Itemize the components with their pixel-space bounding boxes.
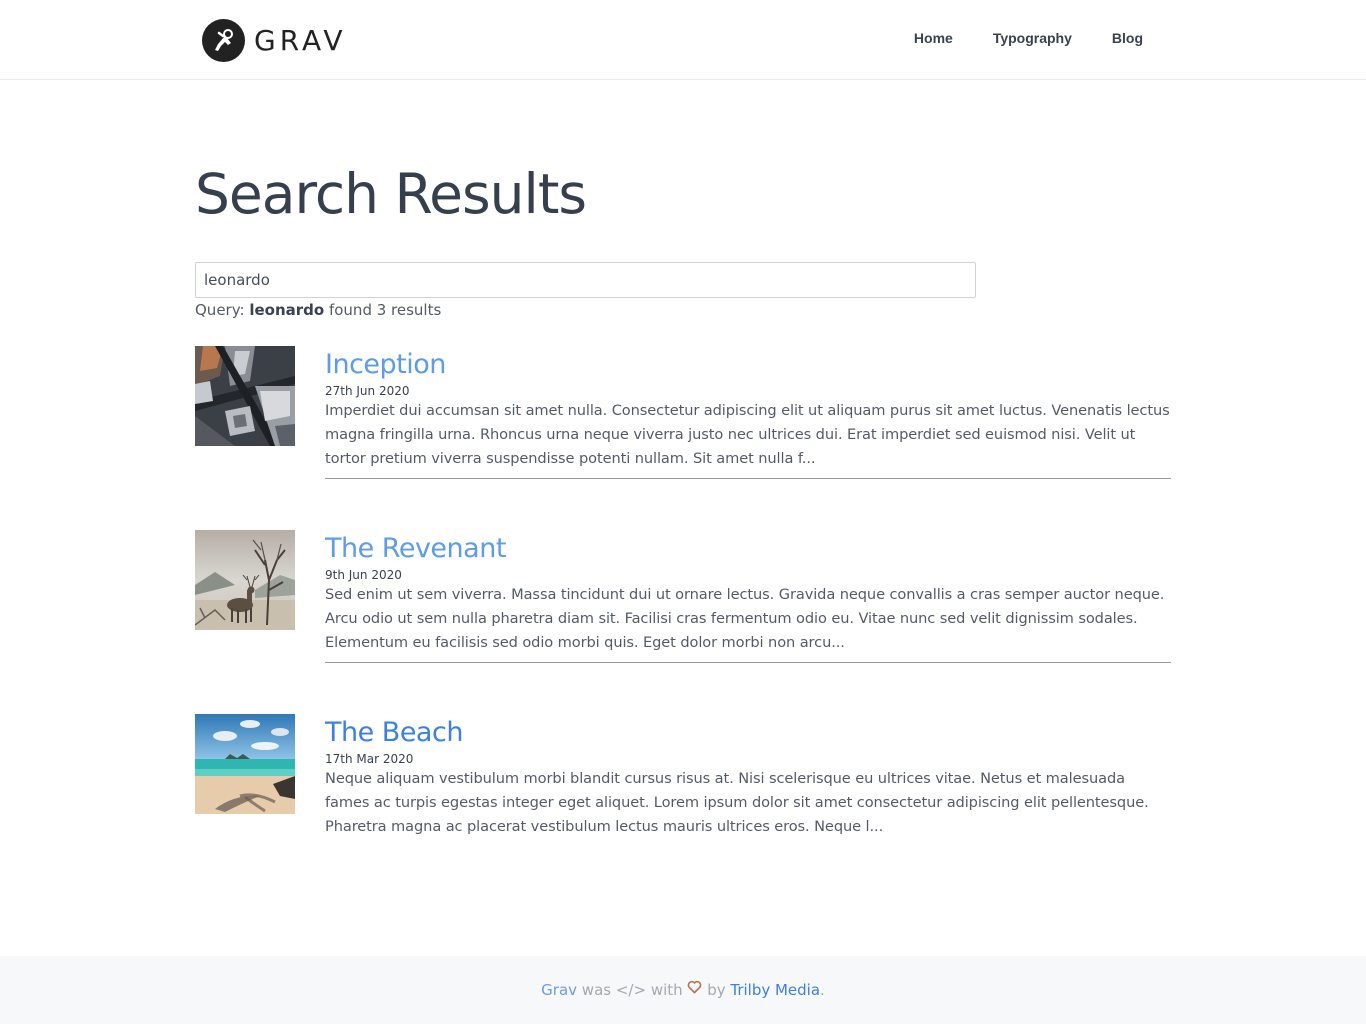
aerial-city-image [195,346,295,446]
result-thumbnail-beach[interactable] [195,714,295,814]
result-date: 17th Mar 2020 [325,752,414,766]
nav-typography[interactable]: Typography [993,30,1072,46]
result-date: 27th Jun 2020 [325,384,410,398]
logo-text: GRAV [254,23,347,57]
result-body: The Revenant 9th Jun 2020 Sed enim ut se… [325,530,1171,655]
result-excerpt: Imperdiet dui accumsan sit amet nulla. C… [325,402,1170,467]
query-prefix: Query: [195,301,250,319]
deer-tree-image [195,530,295,630]
grav-logo[interactable]: GRAV [202,18,347,62]
site-header: GRAV Home Typography Blog [0,0,1366,80]
result-body: The Beach 17th Mar 2020 Neque aliquam ve… [325,714,1171,839]
search-result: The Beach 17th Mar 2020 Neque aliquam ve… [195,714,1171,850]
result-thumbnail-inception[interactable] [195,346,295,446]
result-title-link[interactable]: The Revenant [325,531,1171,567]
nav-blog[interactable]: Blog [1112,30,1143,46]
query-suffix: found 3 results [324,301,442,319]
result-title-link[interactable]: The Beach [325,715,1171,751]
main-nav: Home Typography Blog [874,30,1143,46]
result-divider [325,478,1171,479]
code-icon: </> [615,981,647,999]
astronaut-icon [202,18,245,62]
footer-period: . [820,981,825,999]
result-divider [325,662,1171,663]
result-excerpt: Sed enim ut sem viverra. Massa tincidunt… [325,586,1165,651]
trilby-media-link[interactable]: Trilby Media [730,981,820,999]
search-input[interactable] [195,262,976,298]
result-title-link[interactable]: Inception [325,347,1171,383]
footer-was: was [577,981,616,999]
site-footer: Grav was </> with by Trilby Media. [0,956,1366,1024]
footer-with: with [646,981,688,999]
heart-icon [687,955,702,1023]
query-term: leonardo [249,301,325,319]
result-body: Inception 27th Jun 2020 Imperdiet dui ac… [325,346,1171,471]
result-excerpt: Neque aliquam vestibulum morbi blandit c… [325,770,1149,835]
result-date: 9th Jun 2020 [325,568,402,582]
query-summary: Query: leonardo found 3 results [195,301,441,319]
result-thumbnail-revenant[interactable] [195,530,295,630]
search-result: The Revenant 9th Jun 2020 Sed enim ut se… [195,530,1171,666]
beach-image [195,714,295,814]
grav-footer-link[interactable]: Grav [541,981,577,999]
page-title: Search Results [195,162,587,226]
nav-home[interactable]: Home [914,30,953,46]
search-result: Inception 27th Jun 2020 Imperdiet dui ac… [195,346,1171,482]
footer-by: by [702,981,731,999]
